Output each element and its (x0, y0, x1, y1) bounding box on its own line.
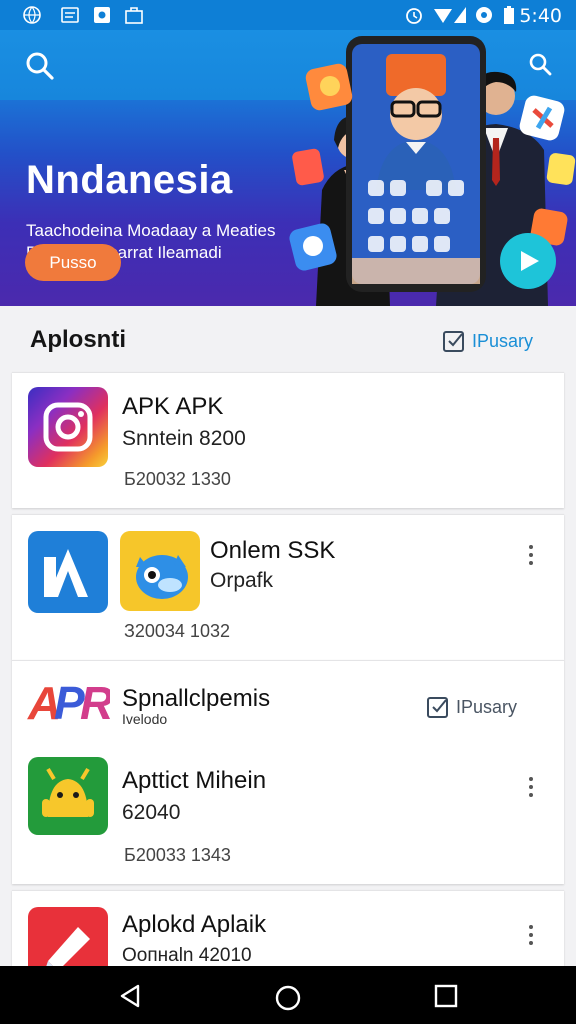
checkbox-icon (427, 697, 448, 718)
battery-icon (504, 6, 514, 24)
home-icon[interactable] (274, 984, 302, 1012)
status-bar: 5:40 (0, 0, 576, 30)
svg-text:R: R (80, 677, 110, 729)
app-title: Apttict Mihein (122, 767, 267, 794)
notification-square-icon (94, 7, 110, 23)
checkbox-icon (443, 331, 464, 352)
subsection-action-button[interactable]: IPusary (426, 695, 517, 719)
system-nav-bar (0, 966, 576, 1024)
app-card[interactable]: A P R Spnallclpemis Ivelodo IPusary Aptt… (12, 660, 564, 884)
app-card[interactable]: Aplokd Aplaik Оопнаln 42010 (12, 890, 564, 966)
apr-logo: A P R (27, 677, 110, 729)
wifi-signal-icon (434, 7, 466, 23)
hero-title: Nndanesia (26, 158, 233, 202)
search-icon[interactable] (24, 50, 56, 82)
app-meta: Б20033 1343 (124, 845, 231, 865)
app-card[interactable]: Onlem SSK Orpafk З20034 1032 (12, 514, 564, 660)
subsection-title: Spnallclpemis (122, 685, 271, 712)
play-button[interactable] (500, 233, 556, 289)
recents-icon[interactable] (434, 984, 458, 1008)
app-card[interactable]: APK APK Snntein 8200 Б20032 1330 (12, 372, 564, 508)
briefcase-icon (125, 7, 143, 24)
section-action-label: IPusary (472, 330, 534, 351)
status-time: 5:40 (519, 5, 562, 27)
hero-subtitle-line-1: Taachodeina Moadaay a Meaties (26, 221, 276, 240)
more-options-icon[interactable] (528, 545, 534, 567)
hero-banner[interactable]: Nndanesia Taachodeina Moadaay a Meaties … (0, 30, 576, 306)
app-title: Onlem SSK (210, 537, 336, 564)
cat-mascot-app-icon (120, 531, 200, 611)
app-meta: З20034 1032 (124, 621, 230, 641)
app-subtitle: Orpafk (210, 569, 274, 592)
transfer-icon (61, 7, 79, 23)
more-options-icon[interactable] (528, 777, 534, 799)
play-icon (521, 251, 539, 271)
android-app-icon (28, 757, 108, 835)
section-action-button[interactable]: IPusary (442, 327, 533, 355)
app-meta: Б20032 1330 (124, 469, 231, 489)
globe-icon (23, 6, 41, 24)
subsection-caption: Ivelodo (122, 711, 168, 727)
section-title: Aplosnti (30, 326, 126, 353)
app-subtitle: Оопнаln 42010 (122, 945, 252, 966)
alarm-icon (406, 8, 422, 24)
hero-cta-button[interactable]: Pusso (25, 244, 121, 281)
red-pen-app-icon (28, 907, 108, 966)
back-icon[interactable] (118, 984, 142, 1008)
app-subtitle: 62040 (122, 801, 181, 824)
subsection-action-label: IPusary (456, 696, 518, 717)
app-subtitle: Snntein 8200 (122, 427, 246, 450)
instagram-app-icon (28, 387, 108, 467)
app-title: Aplokd Aplaik (122, 911, 267, 938)
more-options-icon[interactable] (528, 925, 534, 947)
data-saver-icon (476, 7, 492, 23)
app-title: APK APK (122, 393, 224, 420)
letter-a-app-icon (28, 531, 108, 613)
